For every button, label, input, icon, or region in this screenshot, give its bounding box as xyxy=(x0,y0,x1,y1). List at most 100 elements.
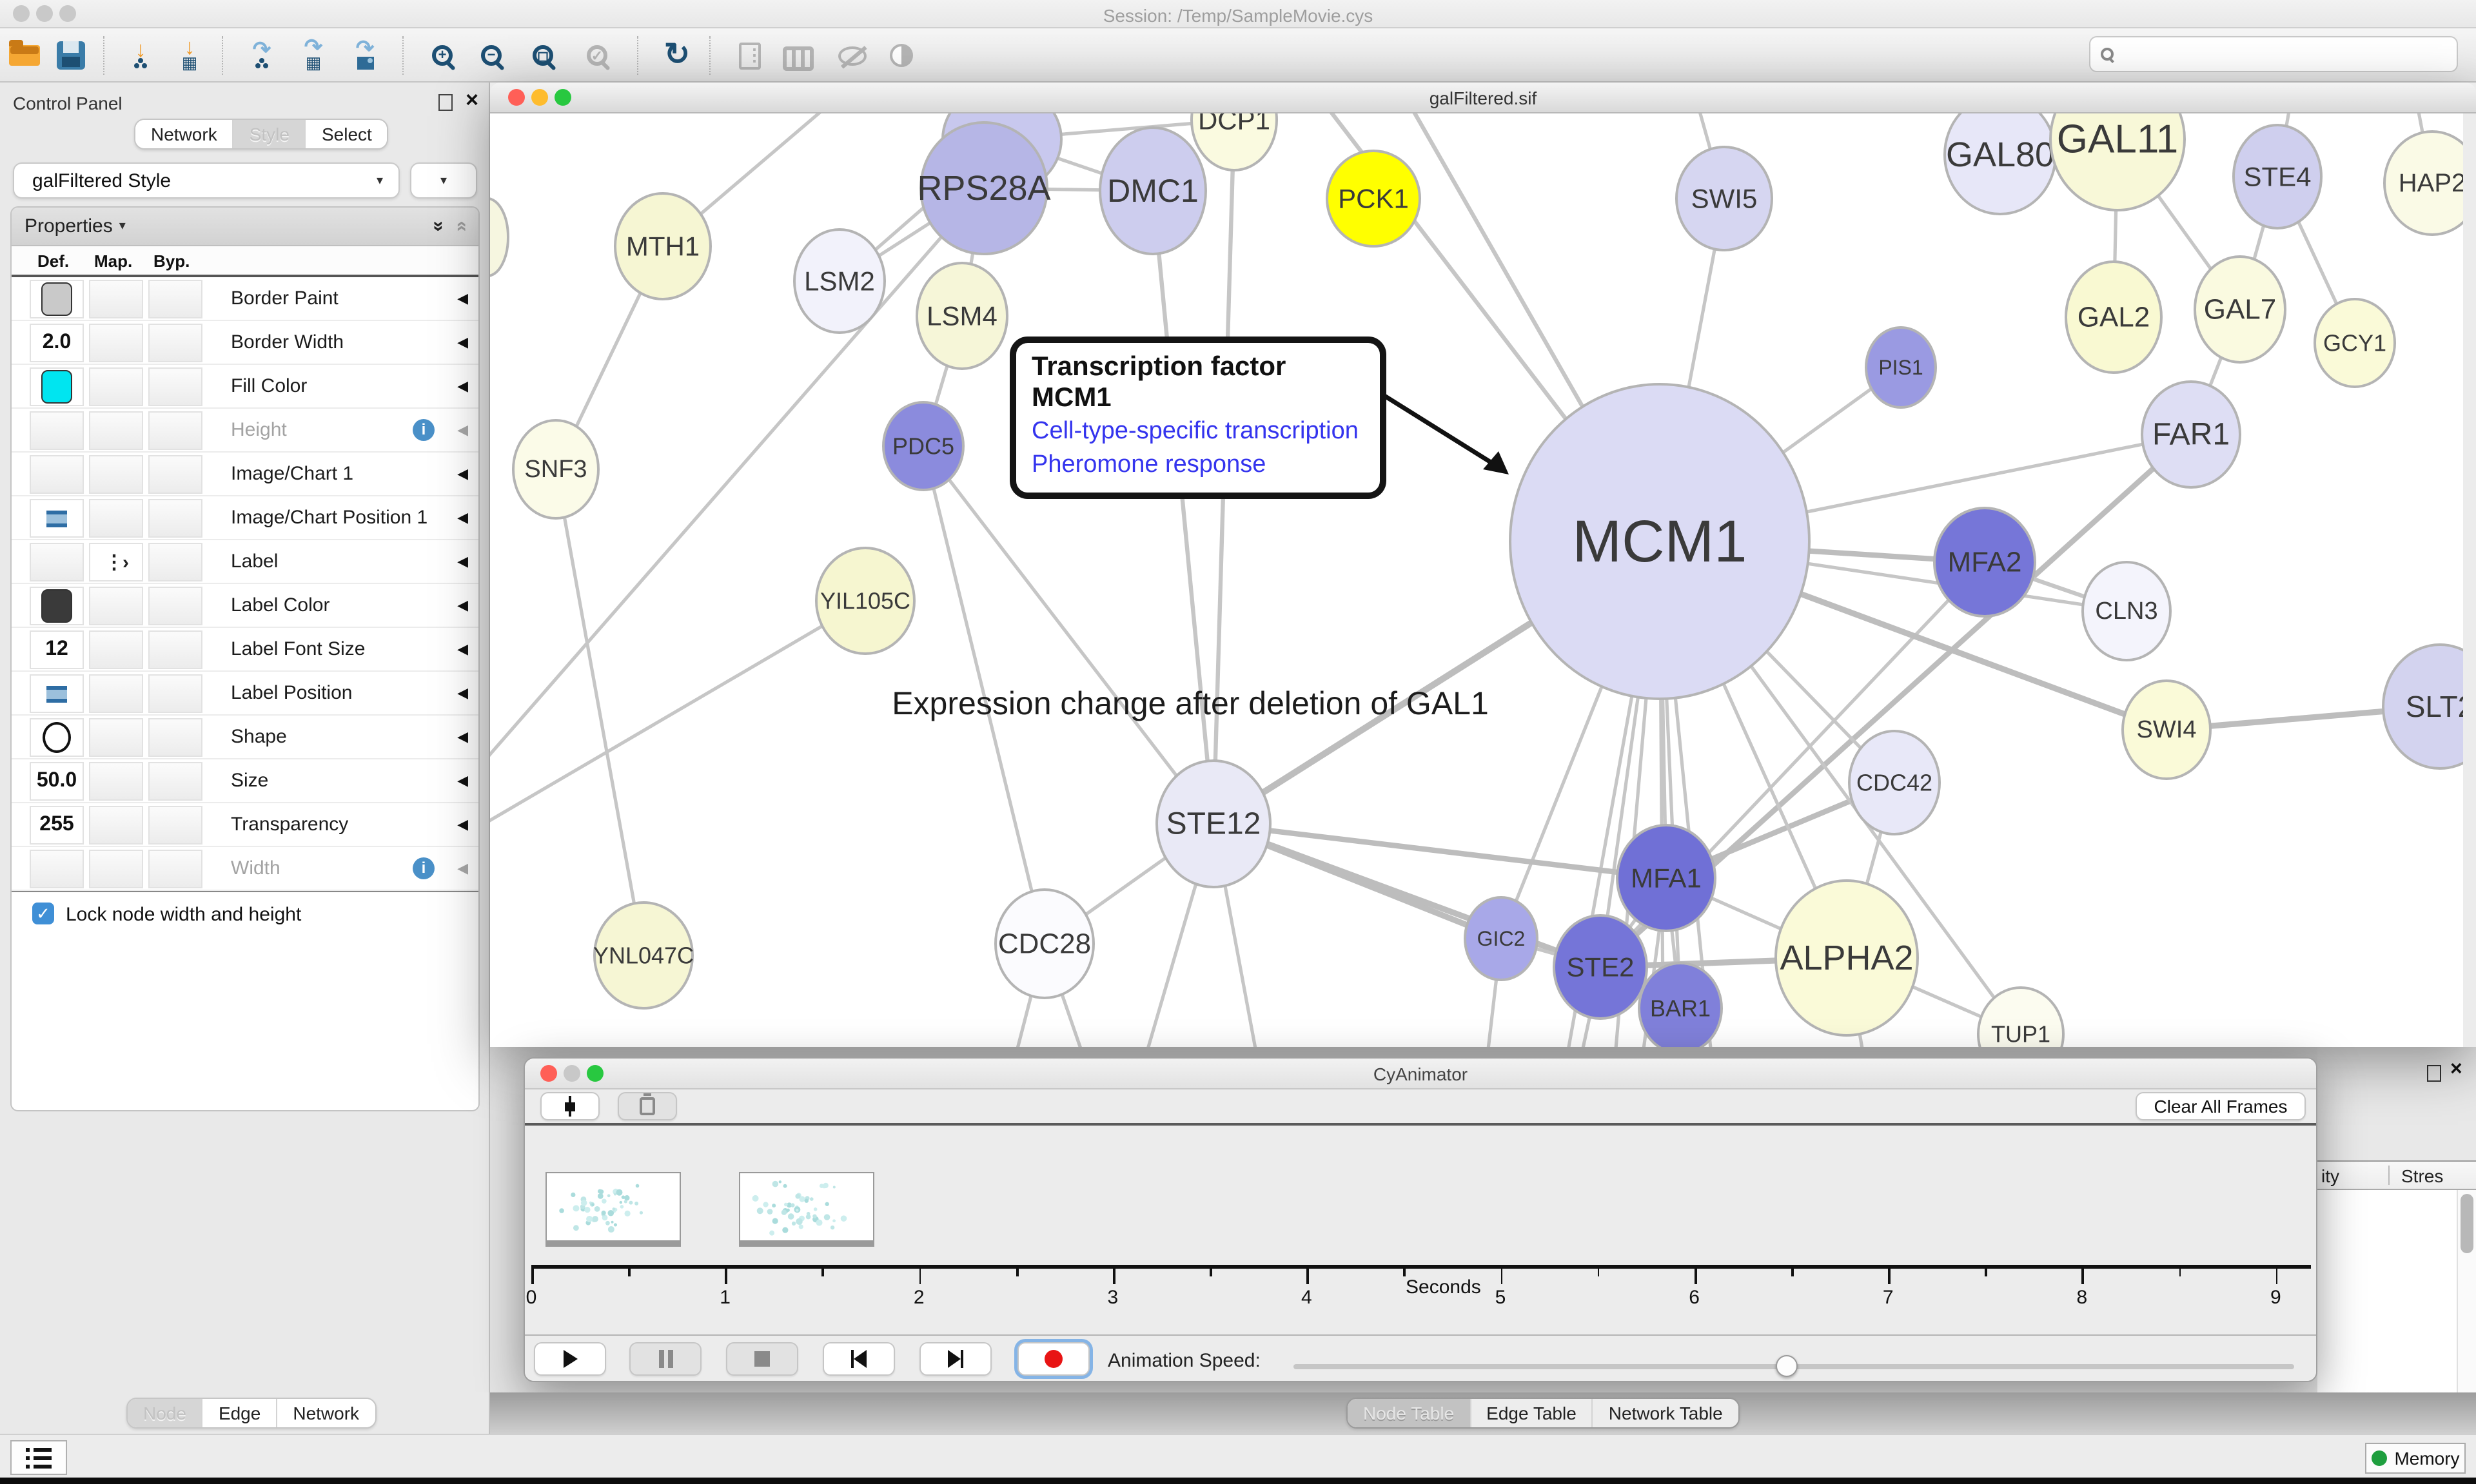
mapping-cell[interactable] xyxy=(89,587,143,625)
save-session-icon[interactable] xyxy=(52,36,90,75)
network-node-lsm2[interactable]: LSM2 xyxy=(794,229,885,333)
mapping-cell[interactable] xyxy=(89,411,143,450)
search-input[interactable] xyxy=(2089,36,2458,72)
add-frame-button[interactable] xyxy=(540,1092,600,1120)
property-row-border-paint[interactable]: Border Paint◀ xyxy=(12,277,478,321)
expand-row-icon[interactable]: ◀ xyxy=(457,465,468,482)
info-icon[interactable]: i xyxy=(413,857,435,879)
network-node-pck1[interactable]: PCK1 xyxy=(1327,151,1420,246)
expand-row-icon[interactable]: ◀ xyxy=(457,334,468,351)
network-node-pdc5[interactable]: PDC5 xyxy=(883,402,963,490)
property-row-label-font-size[interactable]: 12Label Font Size◀ xyxy=(12,628,478,672)
import-table-icon[interactable]: ↓▦ xyxy=(170,36,209,75)
property-row-image-chart-1[interactable]: Image/Chart 1◀ xyxy=(12,453,478,496)
tab-node-table[interactable]: Node Table xyxy=(1348,1399,1471,1427)
network-edge[interactable] xyxy=(556,469,644,955)
table-scrollbar[interactable] xyxy=(2457,1190,2476,1414)
network-node-tup1[interactable]: TUP1 xyxy=(1978,988,2063,1047)
stop-button[interactable] xyxy=(726,1342,798,1376)
delete-frame-button[interactable] xyxy=(618,1092,677,1120)
expand-row-icon[interactable]: ◀ xyxy=(457,290,468,307)
network-node-cdc28[interactable]: CDC28 xyxy=(996,890,1094,998)
default-value-cell[interactable] xyxy=(30,850,84,888)
export-table-icon[interactable]: ↷▦ xyxy=(294,36,333,75)
bypass-cell[interactable] xyxy=(148,411,202,450)
network-edge[interactable] xyxy=(1153,191,1213,824)
default-value-cell[interactable]: 255 xyxy=(30,806,84,845)
tab-network-2[interactable]: Network xyxy=(277,1399,375,1427)
timeline-ruler[interactable] xyxy=(531,1265,2311,1268)
skip-to-end-button[interactable] xyxy=(919,1342,992,1376)
tab-edge-table[interactable]: Edge Table xyxy=(1471,1399,1593,1427)
bypass-cell[interactable] xyxy=(148,718,202,757)
mapping-cell[interactable] xyxy=(89,455,143,494)
mapping-cell[interactable] xyxy=(89,674,143,713)
lock-size-checkbox[interactable]: ✓ xyxy=(32,903,54,924)
bypass-cell[interactable] xyxy=(148,280,202,318)
expand-row-icon[interactable]: ◀ xyxy=(457,860,468,877)
bypass-cell[interactable] xyxy=(148,630,202,669)
network-node-lsm4[interactable]: LSM4 xyxy=(917,263,1007,369)
canvas-caption[interactable]: Expression change after deletion of GAL1 xyxy=(892,685,1489,721)
bypass-cell[interactable] xyxy=(148,806,202,845)
bypass-cell[interactable] xyxy=(148,674,202,713)
default-value-cell[interactable] xyxy=(30,367,84,406)
network-node-hap2[interactable]: HAP2 xyxy=(2384,132,2463,235)
expand-row-icon[interactable]: ◀ xyxy=(457,641,468,658)
style-options-button[interactable]: ▾ xyxy=(410,162,477,199)
property-row-height[interactable]: Heighti◀ xyxy=(12,409,478,453)
property-row-width[interactable]: Widthi◀ xyxy=(12,847,478,891)
network-node-cdc42[interactable]: CDC42 xyxy=(1849,731,1940,834)
network-node-rps28a[interactable]: RPS28A xyxy=(917,122,1050,254)
zoom-selected-icon[interactable]: ✓ xyxy=(578,36,616,75)
annotation-link[interactable]: Cell-type-specific transcription xyxy=(1032,418,1364,447)
tab-network-table[interactable]: Network Table xyxy=(1593,1399,1738,1427)
network-node-gal7[interactable]: GAL7 xyxy=(2195,257,2285,362)
contrast-icon[interactable] xyxy=(882,36,921,75)
default-value-cell[interactable] xyxy=(30,280,84,318)
expand-row-icon[interactable]: ◀ xyxy=(457,772,468,789)
mapping-cell[interactable] xyxy=(89,367,143,406)
tab-network[interactable]: Network xyxy=(135,120,234,148)
bypass-cell[interactable] xyxy=(148,367,202,406)
export-network-icon[interactable]: ↷ xyxy=(242,36,281,75)
property-row-image-chart-position-1[interactable]: Image/Chart Position 1◀ xyxy=(12,496,478,540)
network-node-snf3[interactable]: SNF3 xyxy=(513,420,598,518)
network-node-mfa1[interactable]: MFA1 xyxy=(1617,825,1715,931)
memory-button[interactable]: Memory xyxy=(2365,1443,2466,1474)
tab-style[interactable]: Style xyxy=(234,120,306,148)
network-node-swi5[interactable]: SWI5 xyxy=(1676,147,1772,250)
default-value-cell[interactable] xyxy=(30,543,84,581)
network-edge[interactable] xyxy=(923,446,1213,824)
refresh-layout-icon[interactable]: ↻ xyxy=(658,36,696,75)
mapping-cell[interactable] xyxy=(89,630,143,669)
tab-select[interactable]: Select xyxy=(306,120,388,148)
bypass-cell[interactable] xyxy=(148,762,202,801)
bypass-cell[interactable] xyxy=(148,499,202,538)
binoculars-icon[interactable] xyxy=(779,36,818,75)
default-value-cell[interactable] xyxy=(30,587,84,625)
properties-header[interactable]: Properties ▾ » » xyxy=(12,208,478,246)
expand-row-icon[interactable]: ◀ xyxy=(457,685,468,701)
network-node-slt2[interactable]: SLT2 xyxy=(2383,645,2463,768)
property-row-shape[interactable]: Shape◀ xyxy=(12,716,478,759)
float-panel-icon[interactable] xyxy=(2427,1065,2441,1082)
network-node-ste12[interactable]: STE12 xyxy=(1157,761,1270,887)
default-value-cell[interactable] xyxy=(30,455,84,494)
property-row-size[interactable]: 50.0Size◀ xyxy=(12,759,478,803)
network-node-gal2[interactable]: GAL2 xyxy=(2066,262,2161,373)
network-node-far1[interactable]: FAR1 xyxy=(2142,382,2240,487)
cyanimator-titlebar[interactable]: CyAnimator xyxy=(525,1059,2316,1089)
default-value-cell[interactable]: 12 xyxy=(30,630,84,669)
expand-row-icon[interactable]: ◀ xyxy=(457,422,468,438)
bypass-cell[interactable] xyxy=(148,587,202,625)
network-node-gcy1[interactable]: GCY1 xyxy=(2315,299,2395,387)
expand-row-icon[interactable]: ◀ xyxy=(457,378,468,395)
open-session-icon[interactable] xyxy=(5,36,44,75)
task-history-button[interactable] xyxy=(10,1440,67,1475)
annotation-arrow[interactable] xyxy=(1382,395,1496,465)
tab-edge[interactable]: Edge xyxy=(203,1399,277,1427)
zoom-fit-icon[interactable]: ◻ xyxy=(524,36,562,75)
annotation-link[interactable]: Pheromone response xyxy=(1032,451,1364,481)
default-value-cell[interactable]: 2.0 xyxy=(30,324,84,362)
